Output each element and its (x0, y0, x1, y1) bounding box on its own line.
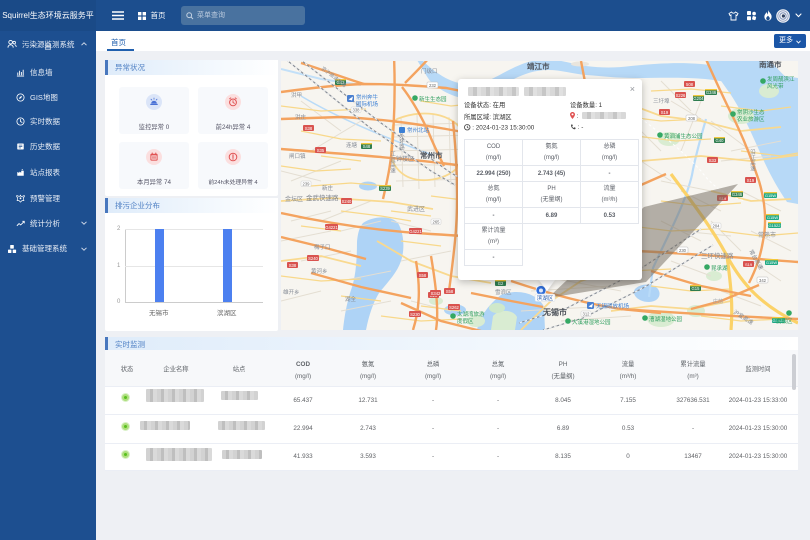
svg-text:三环快速路: 三环快速路 (701, 251, 734, 260)
svg-text:无锡市: 无锡市 (542, 307, 567, 317)
svg-text:靖江市: 靖江市 (527, 61, 550, 71)
svg-text:南通市: 南通市 (759, 61, 782, 69)
svg-text:武进区: 武进区 (407, 205, 425, 213)
svg-text:三圩埠: 三圩埠 (653, 97, 670, 105)
svg-text:农业旅游区: 农业旅游区 (737, 115, 765, 123)
svg-text:S262: S262 (449, 305, 459, 310)
svg-text:常州市: 常州市 (420, 150, 443, 160)
svg-text:滨湖区: 滨湖区 (537, 294, 554, 302)
svg-text:常州北站: 常州北站 (407, 126, 430, 134)
svg-text:208: 208 (688, 116, 696, 121)
svg-text:漕湖湿地公园: 漕湖湿地公园 (649, 315, 683, 323)
svg-text:梅子口: 梅子口 (314, 243, 331, 251)
svg-text:G204: G204 (693, 96, 704, 101)
svg-text:连塘: 连塘 (346, 141, 358, 149)
svg-text:S342: S342 (431, 291, 441, 296)
svg-text:S240: S240 (342, 199, 352, 204)
svg-text:太湖湾旅游: 太湖湾旅游 (457, 310, 485, 318)
svg-text:G346: G346 (732, 192, 743, 197)
svg-text:232: 232 (429, 83, 437, 88)
svg-text:外环路: 外环路 (398, 132, 405, 151)
svg-text:湖全: 湖全 (345, 295, 357, 303)
svg-text:门级口: 门级口 (421, 67, 438, 75)
svg-text:G346: G346 (706, 90, 717, 95)
svg-text:239: 239 (303, 182, 311, 187)
svg-text:雄开乡: 雄开乡 (283, 288, 300, 296)
svg-text:常熟市: 常熟市 (758, 231, 776, 239)
svg-text:S240: S240 (308, 256, 318, 261)
svg-text:庄前: 庄前 (713, 298, 723, 305)
svg-text:312: 312 (583, 312, 591, 317)
svg-text:新庄: 新庄 (322, 184, 334, 192)
svg-text:S58: S58 (419, 273, 427, 278)
svg-text:S239: S239 (380, 186, 390, 191)
svg-text:沿江高速: 沿江高速 (749, 148, 756, 173)
svg-text:S230: S230 (410, 312, 420, 317)
svg-text:度假区: 度假区 (457, 317, 474, 325)
svg-text:S19: S19 (661, 110, 669, 115)
svg-text:G4221: G4221 (409, 229, 422, 234)
svg-text:S19: S19 (745, 262, 753, 267)
svg-text:S33: S33 (709, 158, 717, 163)
svg-text:常阴沙生态: 常阴沙生态 (737, 108, 765, 116)
svg-text:G15W: G15W (766, 260, 778, 265)
svg-text:钟楼区: 钟楼区 (396, 155, 414, 163)
svg-text:G15: G15 (692, 286, 701, 291)
svg-text:昆承湖: 昆承湖 (711, 264, 728, 272)
svg-text:黄河乡: 黄河乡 (311, 267, 328, 275)
svg-text:国际机场: 国际机场 (356, 100, 379, 108)
svg-text:G4221: G4221 (325, 225, 338, 230)
svg-text:洪庄: 洪庄 (295, 113, 307, 121)
svg-text:338: 338 (353, 108, 361, 113)
svg-text:闸口镇: 闸口镇 (289, 152, 306, 160)
svg-text:S58: S58 (446, 289, 454, 294)
svg-text:G1522: G1522 (768, 223, 781, 228)
svg-text:230: 230 (679, 248, 687, 253)
svg-text:常州奔牛: 常州奔牛 (356, 93, 379, 101)
svg-text:无锡硕放机场: 无锡硕放机场 (596, 302, 630, 310)
svg-text:大溪港湿地公园: 大溪港湿地公园 (572, 318, 611, 326)
svg-text:S35: S35 (317, 148, 325, 153)
svg-text:G15W: G15W (765, 193, 777, 198)
svg-text:G15W: G15W (767, 215, 779, 220)
svg-text:342: 342 (759, 278, 767, 283)
svg-text:S48: S48 (363, 144, 371, 149)
svg-text:洪甲: 洪甲 (291, 91, 302, 99)
svg-text:S19: S19 (747, 178, 755, 183)
svg-text:265: 265 (433, 220, 441, 225)
svg-text:S38: S38 (305, 126, 313, 131)
svg-text:S38: S38 (289, 263, 297, 268)
svg-text:黄泗浦生态公园: 黄泗浦生态公园 (664, 132, 703, 140)
svg-text:度假区: 度假区 (776, 317, 793, 325)
svg-text:金坛区: 金坛区 (285, 195, 303, 203)
svg-text:新生生态园: 新生生态园 (419, 95, 447, 103)
svg-text:G40: G40 (716, 138, 725, 143)
svg-text:发周靓滨江: 发周靓滨江 (767, 75, 795, 83)
svg-text:雪浪区: 雪浪区 (495, 288, 512, 296)
svg-text:G2: G2 (498, 281, 504, 286)
svg-text:风光带: 风光带 (767, 82, 784, 90)
svg-text:508: 508 (686, 82, 694, 87)
svg-text:金武快速路: 金武快速路 (306, 193, 339, 202)
svg-text:S226: S226 (676, 93, 686, 98)
svg-text:江宜高速: 江宜高速 (389, 151, 396, 175)
svg-text:204: 204 (713, 224, 721, 229)
